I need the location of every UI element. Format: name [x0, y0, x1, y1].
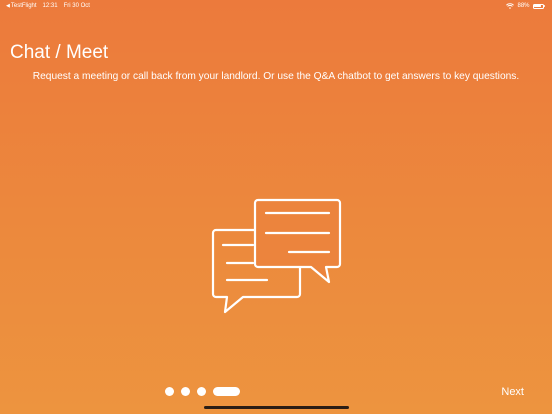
page-indicator: [165, 387, 240, 396]
battery-cap: [544, 5, 545, 7]
battery-percent: 88%: [517, 3, 530, 9]
status-left: ◀ TestFlight 12:31 Fri 30 Oct: [6, 0, 90, 12]
back-app-label: TestFlight: [10, 3, 37, 9]
next-button[interactable]: Next: [501, 385, 524, 399]
back-to-app-link[interactable]: ◀ TestFlight: [6, 0, 37, 12]
home-indicator[interactable]: [204, 406, 349, 409]
status-right: 88%: [506, 0, 545, 12]
page-title: Chat / Meet: [10, 42, 109, 63]
battery-body: [532, 3, 544, 9]
chat-bubbles-icon: [209, 196, 343, 316]
wifi-icon: [506, 3, 515, 9]
page-dot-1[interactable]: [165, 387, 174, 396]
battery-icon: [532, 3, 545, 9]
battery-fill: [534, 5, 541, 7]
page-dot-3[interactable]: [197, 387, 206, 396]
status-time: 12:31: [42, 3, 58, 9]
back-caret-icon: ◀: [6, 3, 10, 9]
onboarding-screen: ◀ TestFlight 12:31 Fri 30 Oct 88% Chat /…: [0, 0, 552, 414]
page-dot-2[interactable]: [181, 387, 190, 396]
page-subtitle: Request a meeting or call back from your…: [32, 71, 520, 82]
status-bar: ◀ TestFlight 12:31 Fri 30 Oct 88%: [0, 0, 552, 14]
status-date: Fri 30 Oct: [63, 3, 90, 9]
page-dot-4[interactable]: [213, 387, 240, 396]
